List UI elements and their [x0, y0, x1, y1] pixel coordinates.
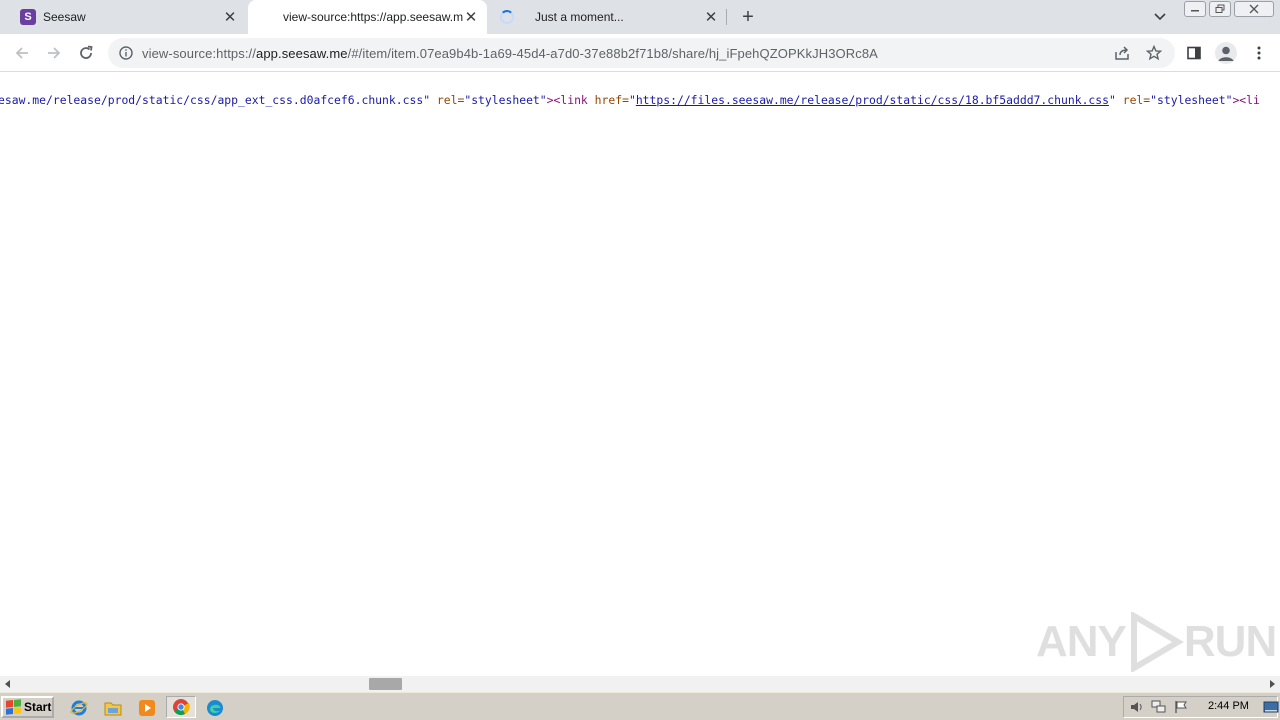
source-attr-value: esaw.me/release/prod/static/css/app_ext_… [0, 93, 424, 107]
source-attr-value: "stylesheet" [1150, 93, 1233, 107]
start-label: Start [24, 700, 52, 714]
watermark-text-right: RUN [1183, 617, 1277, 666]
anyrun-watermark: ANY RUN [1036, 612, 1277, 672]
source-attr-name: rel= [430, 93, 465, 107]
show-desktop-icon[interactable] [1262, 698, 1280, 716]
scrollbar-thumb[interactable] [369, 678, 402, 690]
play-triangle-icon [1130, 612, 1184, 672]
tab-separator [726, 9, 727, 25]
url-prefix: view-source:https:// [142, 45, 256, 61]
tab-strip: S Seesaw ✕ view-source:https://app.seesa… [0, 0, 1280, 34]
source-quote: " [1109, 93, 1116, 107]
system-tray: 2:44 PM [1123, 696, 1280, 718]
close-icon[interactable]: ✕ [222, 9, 238, 26]
chevron-down-icon[interactable] [1150, 8, 1170, 26]
clock: 2:44 PM [1208, 700, 1249, 712]
watermark-text-left: ANY [1036, 617, 1127, 666]
tab-seesaw[interactable]: S Seesaw ✕ [0, 0, 246, 34]
url-host: app.seesaw.me [256, 45, 348, 61]
source-attr-name: href= [594, 93, 629, 107]
restore-icon[interactable] [1209, 1, 1231, 17]
source-tag: ><li [1232, 93, 1260, 107]
minimize-icon[interactable] [1184, 1, 1206, 17]
tab-title: view-source:https://app.seesaw.me [283, 10, 463, 24]
back-arrow-icon[interactable] [10, 41, 34, 65]
media-player-icon[interactable] [137, 698, 157, 718]
loading-spinner-icon [499, 9, 515, 25]
network-icon[interactable] [1150, 698, 1168, 716]
tab-title: Just a moment... [535, 10, 624, 24]
share-icon[interactable] [1113, 44, 1131, 62]
browser-toolbar: view-source:https://app.seesaw.me/#/item… [0, 34, 1280, 72]
address-bar[interactable]: view-source:https://app.seesaw.me/#/item… [108, 38, 1175, 68]
source-quote: " [628, 93, 636, 107]
scroll-left-arrow-icon[interactable] [0, 676, 16, 692]
forward-arrow-icon[interactable] [42, 41, 66, 65]
seesaw-logo-icon: S [20, 9, 36, 25]
action-center-flag-icon[interactable] [1172, 698, 1190, 716]
edge-icon[interactable] [205, 698, 225, 718]
close-icon[interactable]: ✕ [463, 9, 479, 26]
source-stylesheet-link[interactable]: https://files.seesaw.me/release/prod/sta… [636, 93, 1109, 107]
profile-avatar-icon[interactable] [1215, 42, 1237, 64]
bookmark-star-icon[interactable] [1145, 44, 1163, 62]
close-window-icon[interactable] [1234, 1, 1274, 17]
scroll-right-arrow-icon[interactable] [1264, 676, 1280, 692]
start-button[interactable]: Start [1, 696, 54, 718]
chrome-icon[interactable] [166, 696, 196, 718]
tab-view-source[interactable]: view-source:https://app.seesaw.me ✕ [248, 0, 487, 34]
file-explorer-icon[interactable] [103, 698, 123, 718]
view-source-content: esaw.me/release/prod/static/css/app_ext_… [0, 72, 1280, 676]
tab-just-a-moment[interactable]: Just a moment... ✕ [487, 0, 727, 34]
internet-explorer-icon[interactable] [69, 698, 89, 718]
url-path: /#/item/item.07ea9b4b-1a69-45d4-a7d0-37e… [347, 45, 878, 61]
tab-title: Seesaw [43, 10, 86, 24]
taskbar: Start 2:44 PM [0, 692, 1280, 720]
source-tag: ><link [546, 93, 595, 107]
reload-icon[interactable] [74, 41, 98, 65]
volume-icon[interactable] [1128, 698, 1146, 716]
side-panel-icon[interactable] [1182, 41, 1206, 65]
source-attr-name: rel= [1115, 93, 1151, 107]
source-attr-value: "stylesheet" [464, 93, 547, 107]
site-info-icon[interactable] [118, 45, 134, 61]
horizontal-scrollbar[interactable] [0, 676, 1280, 692]
more-menu-icon[interactable] [1247, 41, 1271, 65]
close-icon[interactable]: ✕ [703, 9, 719, 26]
source-line: esaw.me/release/prod/static/css/app_ext_… [0, 93, 1260, 107]
url-text[interactable]: view-source:https://app.seesaw.me/#/item… [142, 46, 1175, 61]
windows-logo-icon [6, 699, 21, 715]
new-tab-plus-icon[interactable]: + [737, 6, 759, 28]
